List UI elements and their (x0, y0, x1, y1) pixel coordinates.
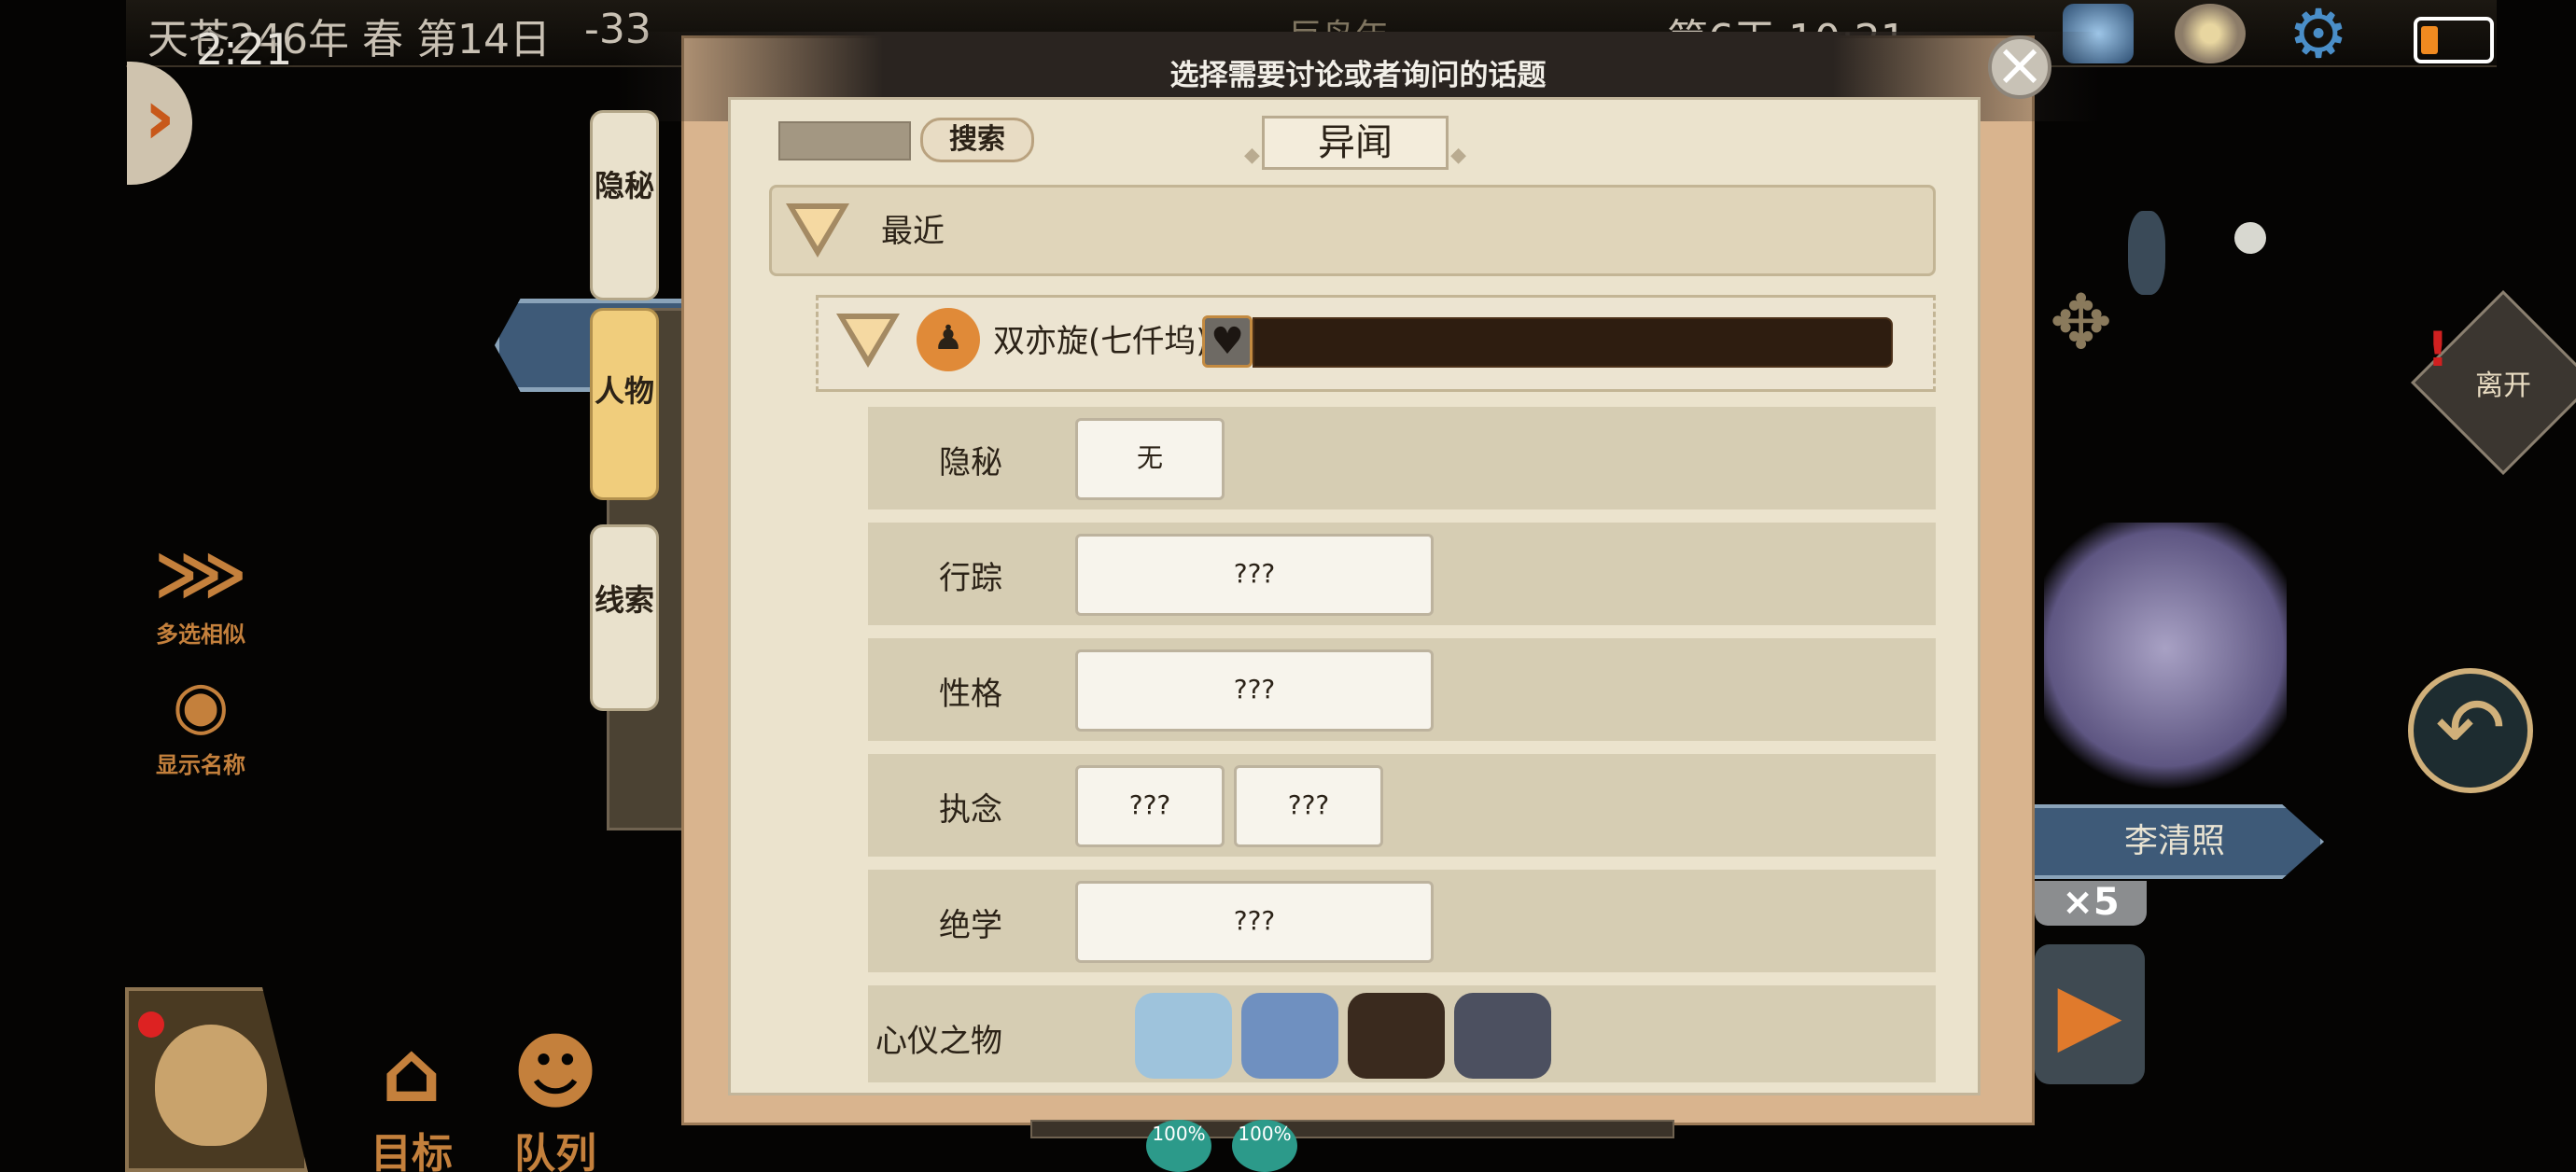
percent-badge: 100% (1232, 1120, 1297, 1172)
percent-badge: 100% (1146, 1120, 1211, 1172)
row-label: 绝学 (939, 907, 1002, 944)
queue-button[interactable]: ☻ 队列 (495, 1026, 616, 1172)
grey-armor-icon[interactable] (1454, 993, 1551, 1079)
light-blue-robe-icon[interactable] (1135, 993, 1232, 1079)
system-clock: 2:21 (196, 24, 293, 75)
leave-label: 离开 (2475, 370, 2531, 402)
notification-dot (138, 1012, 164, 1038)
gourd-icon (155, 1025, 267, 1146)
info-row-favorite-items: 心仪之物 (868, 985, 1936, 1082)
info-row-obsession: 执念 ??? ??? (868, 754, 1936, 857)
row-label: 心仪之物 (875, 1023, 1002, 1060)
search-button[interactable]: 搜索 (920, 118, 1034, 162)
info-row-secret: 隐秘 无 (868, 407, 1936, 509)
info-row-personality: 性格 ??? (868, 638, 1936, 741)
gourd-item-button[interactable] (125, 987, 308, 1172)
category-label: 异闻 (1244, 116, 1466, 180)
eye-icon: ◉ (172, 666, 230, 743)
person-avatar-icon: ♟ (917, 308, 980, 371)
palette-icon[interactable] (2175, 4, 2246, 63)
team-icon: ☻ (511, 1024, 599, 1122)
row-label: 行踪 (939, 560, 1002, 597)
recent-label: 最近 (881, 213, 945, 250)
gear-icon[interactable]: ⚙ (2283, 0, 2354, 67)
blue-fur-robe-icon[interactable] (1241, 993, 1338, 1079)
chevron-right-icon[interactable]: › (127, 62, 192, 185)
back-arrow-icon[interactable]: ↶ (2408, 668, 2533, 793)
target-label: 目标 (371, 1130, 453, 1172)
info-row-whereabouts: 行踪 ??? (868, 523, 1936, 625)
value-box[interactable]: ??? (1075, 765, 1225, 847)
value-box[interactable]: ??? (1075, 649, 1434, 732)
show-names-label: 显示名称 (156, 752, 245, 778)
multi-select-button[interactable]: ⋙ 多选相似 (140, 532, 261, 649)
play-icon[interactable]: ▶ (2035, 944, 2145, 1084)
queue-label: 队列 (514, 1130, 596, 1172)
value-box[interactable]: 无 (1075, 418, 1225, 500)
row-label: 执念 (939, 791, 1002, 829)
heart-icon: ♥ (1202, 315, 1253, 368)
brown-armor-icon[interactable] (1348, 993, 1445, 1079)
row-label: 性格 (939, 676, 1002, 713)
arrows-icon: ⋙ (154, 536, 247, 612)
target-house-icon: ⌂ (381, 1024, 442, 1122)
info-row-skill: 绝学 ??? (868, 870, 1936, 972)
tab-secret[interactable]: 隐秘 (590, 110, 659, 300)
distant-figure (2128, 211, 2165, 295)
value-box[interactable]: ??? (1075, 534, 1434, 616)
close-icon[interactable]: × (1988, 35, 2051, 99)
value-box[interactable]: ??? (1075, 881, 1434, 963)
bottom-progress-frame (1030, 1120, 1674, 1138)
person-name: 双亦旋(七仟坞) (993, 323, 1209, 360)
person-collapse-triangle-icon[interactable] (836, 314, 900, 368)
pinwheel-icon: ✥ (2050, 279, 2113, 366)
count-badge: ×5 (2035, 881, 2147, 926)
collapse-triangle-icon[interactable] (786, 203, 849, 258)
tab-people[interactable]: 人物 (590, 308, 659, 500)
npc-portrait (2044, 523, 2287, 802)
row-label: 隐秘 (939, 444, 1002, 481)
affinity-bar (1253, 317, 1893, 368)
multi-select-label: 多选相似 (156, 621, 245, 648)
tab-clues[interactable]: 线索 (590, 524, 659, 711)
npc-name-banner: 李清照 (2025, 804, 2324, 879)
value-box[interactable]: ??? (1234, 765, 1383, 847)
search-input[interactable] (778, 121, 911, 160)
target-button[interactable]: ⌂ 目标 (351, 1026, 472, 1172)
moon-icon (2234, 222, 2266, 254)
show-names-button[interactable]: ◉ 显示名称 (140, 663, 261, 779)
battery-icon (2414, 17, 2494, 63)
